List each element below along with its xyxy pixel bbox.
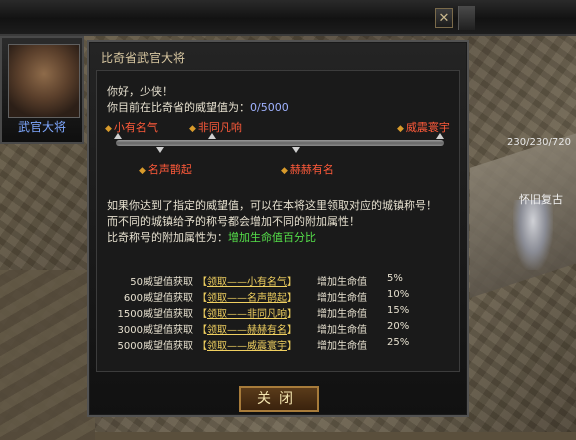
ruler-tick <box>114 133 122 139</box>
general-portrait-icon <box>8 44 80 118</box>
rank-emblem-icon: ◆ <box>139 166 146 176</box>
reward-requirement: 5000威望值获取 <box>117 341 193 352</box>
ruler-tick <box>156 147 164 153</box>
description-line-2: 而不同的城镇给予的称号都会增加不同的附加属性！ <box>107 215 360 228</box>
npc-name-label: 怀旧复古 <box>519 193 563 206</box>
reputation-progress-ruler <box>114 133 444 153</box>
reward-effect: 增加生命值 <box>317 325 367 336</box>
rank-emblem-icon: ◆ <box>281 166 288 176</box>
reputation-label: 你目前在比奇省的威望值为： <box>107 101 250 114</box>
claim-title-link[interactable]: 【领取——非同凡响】 <box>197 305 297 320</box>
reward-requirement: 1500威望值获取 <box>117 309 193 320</box>
reward-percent: 25% <box>387 337 410 348</box>
close-button[interactable]: 关闭 <box>239 386 319 412</box>
reward-row: 3000威望值获取 【领取——赫赫有名】 增加生命值 20% <box>97 321 461 336</box>
ruler-tick <box>208 133 216 139</box>
bonus-label: 比奇称号的附加属性为： <box>107 231 228 244</box>
reward-requirement: 50威望值获取 <box>130 277 193 288</box>
rank-label-top-1: ◆ 小有名气 <box>105 121 158 134</box>
reward-row: 5000威望值获取 【领取——威震寰宇】 增加生命值 25% <box>97 337 461 352</box>
hp-readout: 230/230/720 <box>507 137 571 148</box>
claim-title-link[interactable]: 【领取——赫赫有名】 <box>197 321 297 336</box>
claim-title-link[interactable]: 【领取——威震寰宇】 <box>197 337 297 352</box>
rank-emblem-icon: ◆ <box>189 124 196 134</box>
rank-emblem-icon: ◆ <box>397 124 404 134</box>
top-bar-handle <box>458 6 475 30</box>
claim-title-link[interactable]: 【领取——小有名气】 <box>197 273 297 288</box>
dialog-content: 你好，少侠！ 你目前在比奇省的威望值为：0/5000 ◆ 小有名气 ◆ 非同凡响 ◆… <box>96 70 460 372</box>
reward-percent: 10% <box>387 289 410 300</box>
ground-tiles <box>0 270 95 440</box>
reward-effect: 增加生命值 <box>317 293 367 304</box>
panel-title: 比奇省武官大将 <box>101 51 186 65</box>
rank-label-bottom-2: ◆ 赫赫有名 <box>281 163 334 176</box>
reputation-line: 你目前在比奇省的威望值为：0/5000 <box>107 99 289 115</box>
portrait-name: 武官大将 <box>17 120 66 134</box>
ruler-tick <box>436 133 444 139</box>
reward-percent: 5% <box>387 273 403 284</box>
dialog-panel: 比奇省武官大将 你好，少侠！ 你目前在比奇省的威望值为：0/5000 ◆ 小有名气… <box>87 40 469 417</box>
ruler-tick <box>292 147 300 153</box>
reward-effect: 增加生命值 <box>317 341 367 352</box>
reward-requirement: 600威望值获取 <box>123 293 193 304</box>
reward-effect: 增加生命值 <box>317 309 367 320</box>
reputation-value: 0/5000 <box>250 101 289 114</box>
reward-row: 600威望值获取 【领取——名声鹊起】 增加生命值 10% <box>97 289 461 304</box>
reward-row: 1500威望值获取 【领取——非同凡响】 增加生命值 15% <box>97 305 461 320</box>
rank-label-bottom-1: ◆ 名声鹊起 <box>139 163 192 176</box>
close-icon[interactable]: ✕ <box>435 8 453 28</box>
reward-percent: 15% <box>387 305 410 316</box>
description-line-1: 如果你达到了指定的威望值，可以在本将这里领取对应的城镇称号！ <box>107 199 437 212</box>
top-bar: ✕ <box>0 0 576 36</box>
reward-effect: 增加生命值 <box>317 277 367 288</box>
bonus-value: 增加生命值百分比 <box>228 231 316 244</box>
claim-title-link[interactable]: 【领取——名声鹊起】 <box>197 289 297 304</box>
reward-requirement: 3000威望值获取 <box>117 325 193 336</box>
rank-emblem-icon: ◆ <box>105 124 112 134</box>
greeting-text: 你好，少侠！ <box>107 85 173 98</box>
bonus-line: 比奇称号的附加属性为：增加生命值百分比 <box>107 229 316 245</box>
reward-percent: 20% <box>387 321 410 332</box>
npc-character[interactable] <box>513 200 553 270</box>
reward-row: 50威望值获取 【领取——小有名气】 增加生命值 5% <box>97 273 461 288</box>
npc-portrait: 武官大将 <box>0 36 84 144</box>
